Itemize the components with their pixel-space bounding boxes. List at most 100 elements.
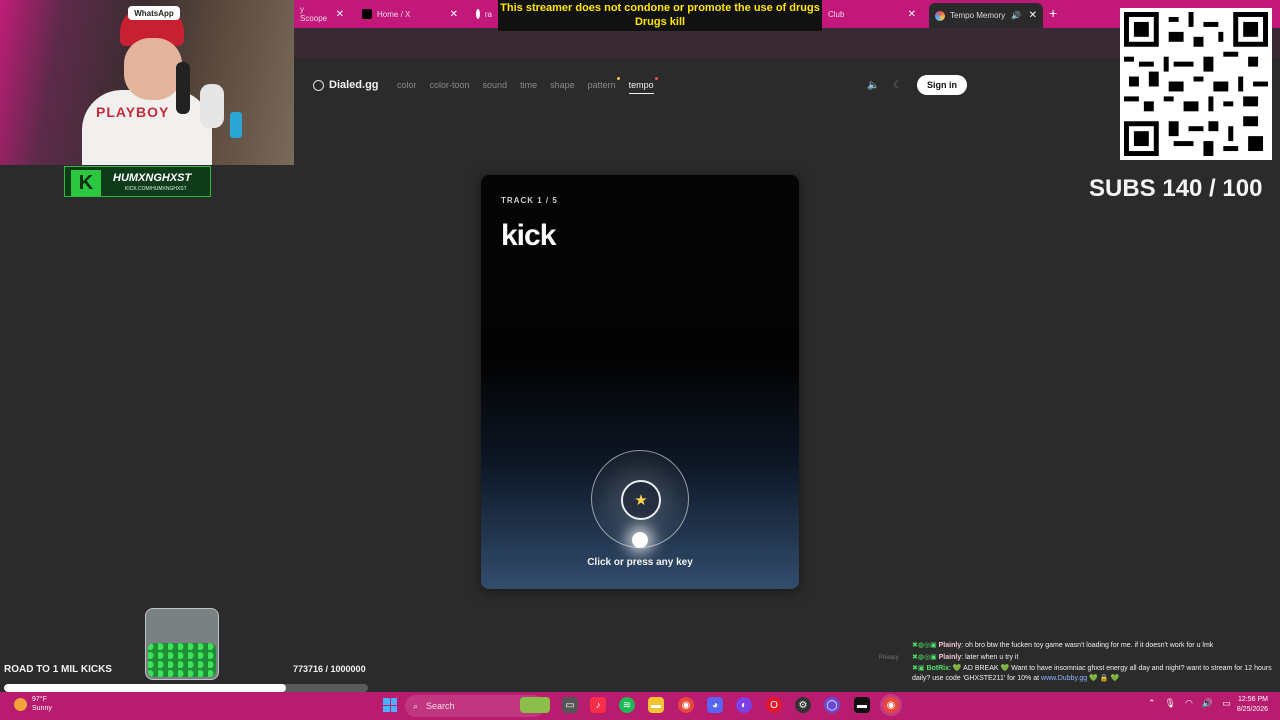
chat-text: : oh bro btw the fucken toy game wasn't … bbox=[961, 642, 1214, 649]
webcam-cup bbox=[230, 112, 242, 138]
browser-tab[interactable]: Home / X ✕ bbox=[356, 4, 464, 24]
sub-goal-counter: SUBS 140 / 100 bbox=[1089, 175, 1263, 202]
new-tab-button[interactable]: + bbox=[1049, 5, 1057, 21]
sign-in-button[interactable]: Sign in bbox=[917, 75, 967, 95]
taskbar-clock[interactable]: 12:56 PM 8/25/2026 bbox=[1226, 695, 1268, 715]
chat-badge-icon: ✖▣ bbox=[912, 665, 927, 672]
search-icon: ⌕ bbox=[413, 700, 419, 711]
tab-label: Tempo Memory bbox=[950, 11, 1006, 20]
chat-message: ✖◍◎▣ Plainly: oh bro btw the fucken toy … bbox=[912, 640, 1278, 652]
discord-icon[interactable]: ◕ bbox=[707, 697, 723, 713]
kicks-jar bbox=[145, 608, 219, 680]
speaker-icon[interactable]: 🔊 bbox=[1011, 11, 1021, 20]
streamer-url: KICK.COM/HUMXNGHXST bbox=[125, 186, 187, 192]
chat-text-suffix: 💚 🔒 💚 bbox=[1087, 675, 1120, 682]
task-view-icon[interactable]: ▭ bbox=[562, 697, 578, 713]
microphone-icon bbox=[176, 62, 190, 114]
new-indicator-dot bbox=[616, 77, 620, 80]
qr-code bbox=[1120, 8, 1272, 160]
clock-time: 12:56 PM bbox=[1238, 696, 1268, 703]
google-icon bbox=[476, 9, 480, 19]
windows-start-icon[interactable] bbox=[383, 698, 397, 712]
chat-badge-icon: ✖◍◎▣ bbox=[912, 654, 939, 661]
file-explorer-icon[interactable]: ▬ bbox=[648, 697, 664, 713]
disclaimer-line-1: This streamer does not condone or promot… bbox=[500, 2, 820, 14]
webcam-shirt bbox=[82, 90, 212, 165]
webcam-face bbox=[124, 38, 182, 100]
brand-logo-icon bbox=[313, 79, 324, 91]
browser-tab-active[interactable]: Tempo Memory 🔊 ✕ bbox=[929, 3, 1043, 28]
chrome-active-icon[interactable]: ◉ bbox=[883, 697, 899, 713]
nav-tempo[interactable]: tempo bbox=[628, 77, 658, 94]
sun-icon bbox=[14, 697, 27, 711]
goal-count: 773716 / 1000000 bbox=[293, 664, 366, 674]
weather-text: 97°F Sunny bbox=[32, 695, 52, 713]
close-icon[interactable]: ✕ bbox=[1023, 10, 1037, 21]
microphone-tray-icon[interactable]: 🎙 bbox=[1165, 698, 1176, 709]
weather-widget[interactable]: 97°F Sunny bbox=[14, 695, 52, 713]
star-icon: ★ bbox=[634, 492, 648, 509]
steam-icon[interactable]: ⚙ bbox=[795, 697, 811, 713]
browser-tab[interactable]: y Scoope ✕ bbox=[294, 4, 350, 24]
site-favicon-icon bbox=[935, 10, 945, 21]
goal-label: ROAD TO 1 MIL KICKS bbox=[4, 664, 112, 675]
close-icon[interactable]: ✕ bbox=[444, 9, 458, 20]
chat-link[interactable]: www.Dubby.gg bbox=[1041, 675, 1087, 682]
search-highlight-icon[interactable] bbox=[520, 697, 550, 713]
tempo-game-card[interactable]: TRACK 1 / 5 kick ★ Click or press any ke… bbox=[481, 175, 799, 589]
nav-time[interactable]: time bbox=[520, 80, 537, 90]
chat-username: Plainly bbox=[938, 654, 962, 661]
tab-label: y Scoope bbox=[300, 5, 328, 23]
goal-progress-bar bbox=[4, 684, 368, 692]
chat-message: ✖◍◎▣ Plainly: later when u try it bbox=[912, 652, 1278, 664]
tab-label: ra bbox=[484, 9, 492, 19]
os-taskbar: 97°F Sunny ⌕ Search ▭ ♪ ≋ ▬ ◉ ◕ ◐ O ⚙ ◯ … bbox=[0, 692, 1280, 720]
track-counter: TRACK 1 / 5 bbox=[501, 196, 558, 205]
nav-color[interactable]: color bbox=[397, 80, 417, 90]
nav-shape[interactable]: shape bbox=[550, 80, 575, 90]
weather-temp: 97°F bbox=[32, 696, 47, 703]
terminal-icon[interactable]: ▬ bbox=[854, 697, 870, 713]
chat-text: : later when u try it bbox=[961, 654, 1019, 661]
brand[interactable]: Dialed.gg bbox=[313, 79, 379, 91]
weather-desc: Sunny bbox=[32, 705, 52, 712]
tap-button[interactable]: ★ bbox=[621, 480, 661, 520]
webcam-badge: WhatsApp bbox=[128, 6, 180, 20]
chevron-up-icon[interactable]: ⌃ bbox=[1148, 698, 1156, 709]
tab-label: Club bbox=[828, 9, 845, 19]
privacy-link[interactable]: Privacy bbox=[879, 655, 899, 661]
chat-overlay: ✖◍◎▣ Plainly: oh bro btw the fucken toy … bbox=[912, 640, 1278, 684]
streamer-name: HUMXNGHXST bbox=[113, 172, 192, 184]
webcam-shirt-text: PLAYBOY bbox=[96, 104, 170, 120]
nav-label: tempo bbox=[628, 80, 654, 90]
browser-tab[interactable]: ra bbox=[470, 4, 498, 24]
chat-badge-icon: ✖◍◎▣ bbox=[912, 642, 939, 649]
opera-icon[interactable]: O bbox=[766, 697, 782, 713]
streamer-nametag: K HUMXNGHXST KICK.COM/HUMXNGHXST bbox=[64, 166, 211, 197]
nav-color-toon[interactable]: color-toon bbox=[430, 80, 470, 90]
sound-toggle-icon[interactable]: 🔈 bbox=[867, 80, 879, 91]
chrome-icon[interactable]: ◉ bbox=[678, 697, 694, 713]
browser-tab[interactable]: Club ✕ bbox=[822, 4, 922, 24]
app-icon[interactable]: ◐ bbox=[736, 697, 752, 713]
chat-message: ✖▣ BotRix: 💚 AD BREAK 💚 Want to have ins… bbox=[912, 664, 1278, 684]
close-icon[interactable]: ✕ bbox=[330, 9, 344, 20]
nav-pattern[interactable]: pattern bbox=[588, 77, 620, 90]
search-label: Search bbox=[426, 701, 455, 711]
webcam-feed: WhatsApp PLAYBOY bbox=[0, 0, 294, 165]
nav-sound[interactable]: sound bbox=[483, 80, 508, 90]
wifi-icon[interactable]: ◠ bbox=[1185, 698, 1193, 709]
new-indicator-dot bbox=[654, 77, 658, 80]
spotify-icon[interactable]: ≋ bbox=[619, 697, 635, 713]
disclaimer-banner: This streamer does not condone or promot… bbox=[498, 0, 822, 31]
volume-icon[interactable]: 🔊 bbox=[1202, 698, 1213, 709]
chat-username: Plainly bbox=[938, 642, 962, 649]
kick-logo-icon: K bbox=[71, 170, 101, 196]
webcam-figurine bbox=[200, 84, 224, 128]
tab-label: Home / X bbox=[377, 9, 411, 19]
obs-icon[interactable]: ◯ bbox=[824, 697, 840, 713]
close-icon[interactable]: ✕ bbox=[902, 9, 916, 20]
music-app-icon[interactable]: ♪ bbox=[590, 697, 606, 713]
dark-mode-moon-icon[interactable]: ☾ bbox=[893, 80, 902, 91]
x-logo-icon bbox=[362, 9, 372, 19]
